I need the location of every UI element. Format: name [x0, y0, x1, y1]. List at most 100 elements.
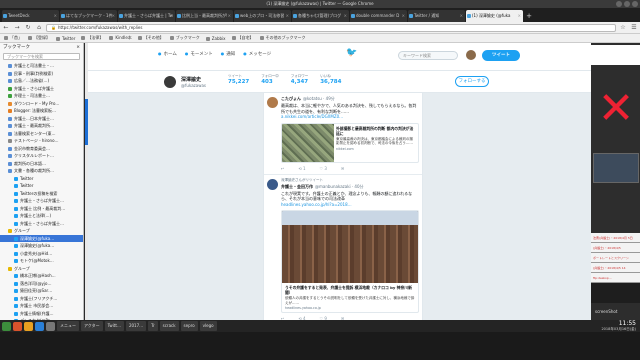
- bookmark-item[interactable]: 弁護士・さらば弁護士…: [0, 220, 83, 228]
- browser-tab[interactable]: 弁護士・さらば弁護士 | Tw ×: [118, 10, 175, 22]
- twitter-nav-item[interactable]: メッセージ: [243, 51, 271, 57]
- tab-close-icon[interactable]: ×: [344, 10, 347, 22]
- taskbar-button[interactable]: メニュー: [57, 321, 79, 331]
- launcher-icon[interactable]: [35, 321, 44, 331]
- reply-icon[interactable]: ↩: [281, 166, 284, 171]
- link-card[interactable]: 外部撮影と最高裁判所の判断 都内の判決が法廷に 東京最高裁の判決は、東京都議会によ…: [281, 122, 419, 163]
- tweet[interactable]: こたぴょん @kotatsu · 49分 最高裁は、本当に軽やかで、人気のある判決を…: [264, 93, 422, 175]
- tab-close-icon[interactable]: ×: [228, 10, 231, 22]
- bookmark-item[interactable]: グループ: [0, 265, 83, 273]
- bookmark-item[interactable]: 弁護士・最高裁判所…: [0, 122, 83, 130]
- bookmark-item[interactable]: 弁理士・司法書士…: [0, 92, 83, 100]
- tab-close-icon[interactable]: ×: [170, 10, 173, 22]
- bookmark-bar-item[interactable]: Twitter: [56, 36, 75, 41]
- launcher-icon[interactable]: [13, 321, 22, 331]
- taskbar-button[interactable]: Tr: [148, 321, 158, 331]
- bookmark-item[interactable]: Twitter: [0, 182, 83, 190]
- bookmark-item[interactable]: ダウンロード・My Pro…: [0, 100, 83, 108]
- bookmark-item[interactable]: 弁護士と法律(…): [0, 212, 83, 220]
- twitter-nav-item[interactable]: 通知: [221, 51, 235, 57]
- address-bar[interactable]: 🔒 https://twitter.com/fukazawas/with_repl…: [46, 23, 616, 32]
- tweet-author-name[interactable]: 弁護士・金田万作: [281, 184, 313, 189]
- bookmark-item[interactable]: 深澤諭史(@fuka…: [0, 234, 83, 242]
- new-tab-button[interactable]: +: [524, 10, 534, 22]
- taskbar-button[interactable]: sepro: [180, 321, 198, 331]
- taskbar-button[interactable]: vlego: [199, 321, 217, 331]
- thumbnail-item[interactable]: (弁護士)・2018/4/5: [591, 243, 640, 253]
- bookmark-item[interactable]: テストページ - hirono…: [0, 137, 83, 145]
- twitter-bird-icon[interactable]: 🐦: [346, 48, 357, 58]
- thumbnail-item[interactable]: ポートレートとスクリーン: [591, 253, 640, 263]
- bookmark-item[interactable]: 弁護士(フリアクチ…: [0, 295, 83, 303]
- bookmark-item[interactable]: 文書・各種の裁判所…: [0, 167, 83, 175]
- browser-tab[interactable]: TweetDeck ×: [2, 10, 59, 22]
- thumbnail-item[interactable]: ftp:deskop...: [591, 273, 640, 283]
- link-card[interactable]: うその弁護をすると発表、弁護士を提訴 横浜地裁（カナロコ by 神奈川新聞） 依頼…: [281, 210, 419, 313]
- like-icon[interactable]: ♡ 3: [320, 166, 327, 171]
- taskbar-button[interactable]: scrack: [159, 321, 179, 331]
- bookmark-item[interactable]: グループ: [0, 227, 83, 235]
- profile-name[interactable]: 深澤諭史: [181, 76, 201, 83]
- back-button[interactable]: ←: [2, 24, 10, 32]
- bookmark-bar-item[interactable]: その他のブックマーク: [260, 35, 306, 41]
- twitter-nav-item[interactable]: ホーム: [158, 51, 177, 57]
- bookmark-bar-item[interactable]: Kindle本: [109, 35, 131, 41]
- account-avatar[interactable]: [466, 50, 476, 60]
- tweet-avatar[interactable]: [267, 97, 278, 108]
- bookmark-item[interactable]: 橋本正博(@Hash…: [0, 272, 83, 280]
- menu-icon[interactable]: ☰: [630, 24, 638, 32]
- profile-stat[interactable]: フォロー中 403: [261, 74, 279, 85]
- twitter-search-input[interactable]: キーワード検索: [398, 51, 458, 60]
- tab-close-icon[interactable]: ×: [460, 10, 463, 22]
- tweet-avatar[interactable]: [267, 178, 278, 190]
- browser-tab[interactable]: Twitter / 通知 ×: [408, 10, 465, 22]
- profile-stat[interactable]: フォロワー 4,347: [291, 74, 309, 85]
- bookmark-bar-item[interactable]: Zabbix: [206, 36, 226, 41]
- browser-tab[interactable]: double commander D ×: [350, 10, 407, 22]
- bookmark-item[interactable]: 金沢市教育委員会…: [0, 145, 83, 153]
- bookmark-item[interactable]: 落合洋司(@yjo…: [0, 280, 83, 288]
- tab-close-icon[interactable]: ×: [54, 10, 57, 22]
- bookmark-item[interactable]: 弁護士情報(弁護…: [0, 310, 83, 318]
- tab-close-icon[interactable]: ×: [286, 10, 289, 22]
- profile-stat[interactable]: いいね 36,784: [320, 74, 341, 85]
- bookmark-item[interactable]: 弁護士…日本弁護士…: [0, 115, 83, 123]
- profile-avatar[interactable]: [163, 75, 177, 89]
- sidebar-close-icon[interactable]: ×: [76, 43, 80, 52]
- launcher-icon[interactable]: [2, 321, 11, 331]
- thumbnail-item[interactable]: 法曹(弁護士)・2018/4月 5日: [591, 233, 640, 243]
- home-button[interactable]: ⌂: [35, 24, 43, 32]
- bookmark-item[interactable]: 弁護士 市民部会…: [0, 302, 83, 310]
- maximize-button[interactable]: [624, 1, 630, 7]
- bookmark-item[interactable]: モトケ(@Motok…: [0, 257, 83, 265]
- tab-close-icon[interactable]: ×: [518, 10, 521, 22]
- bookmark-item[interactable]: 弁護士・さらば弁護士: [0, 85, 83, 93]
- bookmark-item[interactable]: 広島／…法務省(…): [0, 77, 83, 85]
- clock[interactable]: 11:55 2018年03月16日(金): [601, 320, 636, 332]
- bookmark-item[interactable]: Blogger: 法曹検索板…: [0, 107, 83, 115]
- bookmark-item[interactable]: 深澤諭史(@fuka…: [0, 242, 83, 250]
- tweet[interactable]: 深澤諭史さんがリツイート 弁護士・金田万作 @manbunakazaki · 40分…: [264, 175, 422, 320]
- bookmark-item[interactable]: Twitterの投稿を検索: [0, 190, 83, 198]
- bookmark-bar-item[interactable]: 「首」: [4, 35, 22, 41]
- launcher-icon[interactable]: [24, 321, 33, 331]
- taskbar-button[interactable]: Twitt…: [104, 321, 124, 331]
- twitter-nav-item[interactable]: モーメント: [185, 51, 212, 57]
- browser-tab[interactable]: (1) 深澤諭史 (@fuka ×: [466, 10, 523, 22]
- tweet-link[interactable]: headlines.yahoo.co.jp/hl?a=2018…: [281, 202, 352, 207]
- tweet-author-name[interactable]: こたぴょん: [281, 96, 301, 101]
- retweet-icon[interactable]: ⟲ 1: [298, 166, 305, 171]
- bookmark-item[interactable]: 猿田佳亮(@Sar…: [0, 287, 83, 295]
- bookmark-item[interactable]: クリスタルレポート…: [0, 152, 83, 160]
- taskbar-button[interactable]: アクター: [81, 321, 103, 331]
- bookmark-bar-item[interactable]: 【自宅】: [232, 35, 254, 41]
- bookmark-item[interactable]: 法曹検索センター(東…: [0, 130, 83, 138]
- launcher-icon[interactable]: [46, 321, 55, 331]
- browser-tab[interactable]: web上のプロ・司法修習 ×: [234, 10, 291, 22]
- bookmark-item[interactable]: 弁護士・さらば弁護士…: [0, 197, 83, 205]
- bookmark-item[interactable]: Twitter: [0, 175, 83, 183]
- follow-button[interactable]: フォローする: [455, 76, 489, 87]
- minimize-button[interactable]: [616, 1, 622, 7]
- bookmark-star-icon[interactable]: ☆: [619, 24, 627, 32]
- browser-tab[interactable]: はてなブックマーク - 1件 ×: [60, 10, 117, 22]
